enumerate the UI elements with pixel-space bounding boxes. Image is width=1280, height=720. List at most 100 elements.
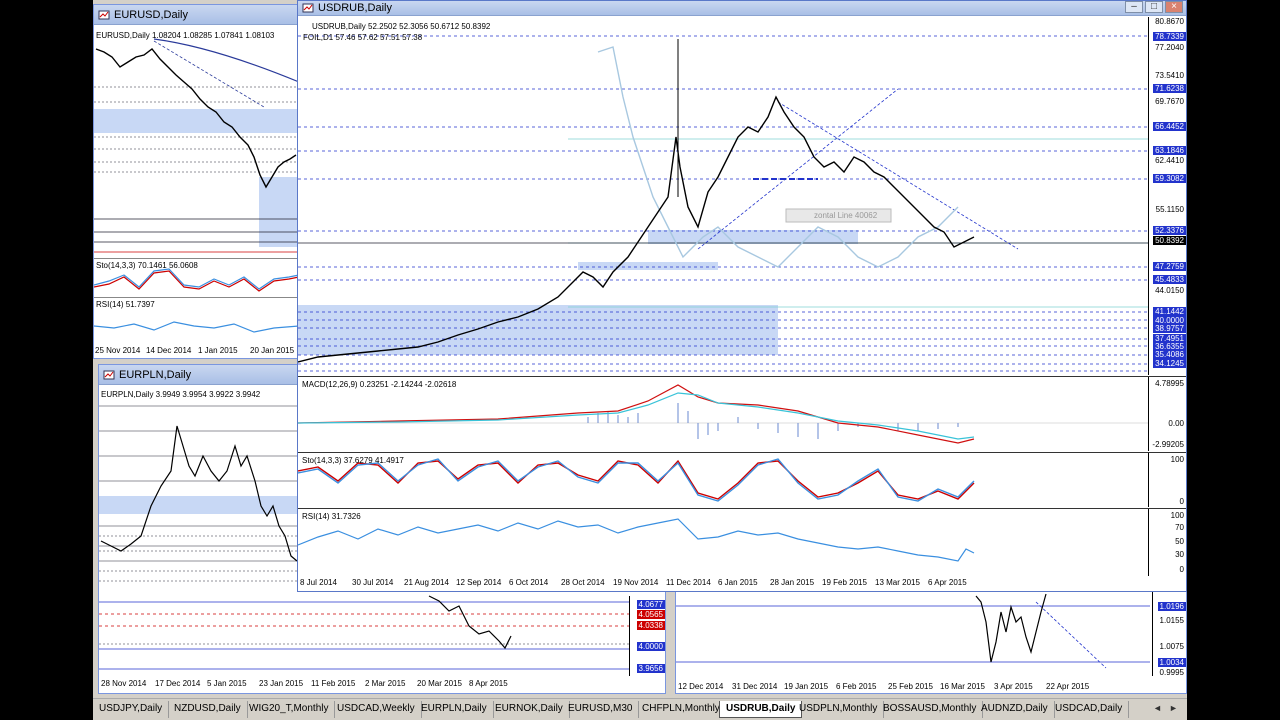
eurusd-header: EURUSD,Daily 1.08204 1.08285 1.07841 1.0… [96, 31, 275, 40]
usdrub-date-6: 19 Nov 2014 [613, 578, 659, 587]
price-tag: 59.3082 [1153, 174, 1186, 183]
zone-rect [94, 109, 299, 133]
price-tag: 41.1442 [1153, 307, 1186, 316]
rsi-tick: 100 [1170, 511, 1184, 520]
tab-eurpln-daily[interactable]: EURPLN,Daily [415, 701, 494, 718]
zone-rect [298, 305, 778, 355]
tab-eurusd-m30[interactable]: EURUSD,M30 [562, 701, 640, 718]
tab-nzdusd-daily[interactable]: NZDUSD,Daily [168, 701, 248, 718]
usdrub-rsi-panel: RSI(14) 31.7326 100 70 50 30 0 [298, 508, 1186, 576]
price-tick: 69.7670 [1155, 97, 1184, 106]
parity-date-2: 19 Jan 2015 [784, 682, 829, 691]
eurusd-sto-panel: Sto(14,3,3) 70.1461 56.0608 [94, 258, 299, 296]
eurpln-date-6: 20 Mar 2015 [417, 679, 462, 688]
chart-tooltip: zontal Line 40062 [814, 211, 878, 220]
zone-rect [259, 177, 299, 247]
usdrub-date-7: 11 Dec 2014 [666, 578, 711, 587]
parity-date-3: 6 Feb 2015 [836, 682, 877, 691]
app-minimize-button[interactable]: – [1125, 1, 1143, 13]
macd-scale: 4.78995 0.00 -2.99205 [1148, 377, 1186, 451]
tab-usdrub-daily[interactable]: USDRUB,Daily [719, 701, 803, 718]
usdrub-date-10: 19 Feb 2015 [822, 578, 867, 587]
usdrub-date-2: 21 Aug 2014 [404, 578, 449, 587]
usdrub-titlebar[interactable]: USDRUB,Daily – □ × [298, 1, 1186, 16]
tab-scroll-right-icon[interactable]: ► [1169, 703, 1178, 713]
eurpln-date-1: 17 Dec 2014 [155, 679, 201, 688]
zone-rect [578, 262, 718, 270]
tab-usdjpy-daily[interactable]: USDJPY,Daily [93, 701, 170, 718]
usdrub-date-9: 28 Jan 2015 [770, 578, 815, 587]
tab-audnzd-daily[interactable]: AUDNZD,Daily [975, 701, 1055, 718]
usdrub-chart-window[interactable]: USDRUB,Daily – □ × [297, 0, 1187, 592]
zone-rect [99, 496, 299, 514]
price-tag: 4.0000 [636, 642, 665, 651]
usdrub-date-12: 6 Apr 2015 [928, 578, 967, 587]
sto-tick: 100 [1170, 455, 1184, 464]
price-tag: 63.1846 [1153, 146, 1186, 155]
price-tick: 80.8670 [1155, 17, 1184, 26]
usdrub-date-3: 12 Sep 2014 [456, 578, 502, 587]
usdrub-price-panel[interactable]: USDRUB,Daily 52.2502 52.3056 50.6712 50.… [298, 17, 1186, 375]
usdrub-sto-canvas [298, 458, 975, 502]
price-tag: 78.7339 [1153, 32, 1186, 41]
usdrub-foil: FOIL,D1 57.46 57.62 57.51 57.38 [303, 33, 423, 42]
eurusd-date-3: 20 Jan 2015 [250, 346, 295, 355]
parity-date-4: 25 Feb 2015 [888, 682, 933, 691]
price-tag: 4.0677 [636, 600, 665, 609]
app-close-button[interactable]: × [1165, 1, 1183, 13]
price-tick: 44.0150 [1155, 286, 1184, 295]
chart-tab-bar: USDJPY,Daily NZDUSD,Daily WIG20_T,Monthl… [93, 698, 1187, 720]
eurpln-date-4: 11 Feb 2015 [311, 679, 356, 688]
parity-price-canvas [676, 593, 1150, 669]
parity-price-scale: 1.0196 1.0155 1.0075 1.0034 0.9995 [1152, 592, 1186, 676]
tab-wig20-monthly[interactable]: WIG20_T,Monthly [243, 701, 336, 718]
tab-usdcad-weekly[interactable]: USDCAD,Weekly [331, 701, 422, 718]
eurusd-date-2: 1 Jan 2015 [198, 346, 238, 355]
parity-chart-window[interactable]: 1.0196 1.0155 1.0075 1.0034 0.9995 12 De… [675, 592, 1187, 694]
tab-chfpln-monthly[interactable]: CHFPLN,Monthly [636, 701, 727, 718]
parity-date-6: 3 Apr 2015 [994, 682, 1033, 691]
rsi-label: RSI(14) 31.7326 [302, 512, 361, 521]
rsi-scale: 100 70 50 30 0 [1148, 509, 1186, 576]
usdrub-date-4: 6 Oct 2014 [509, 578, 549, 587]
eurusd-titlebar[interactable]: EURUSD,Daily [94, 5, 297, 25]
tab-eurnok-daily[interactable]: EURNOK,Daily [489, 701, 570, 718]
eurusd-price-panel[interactable]: EURUSD,Daily 1.08204 1.08285 1.07841 1.0… [94, 27, 299, 257]
price-tag: 4.0565 [636, 610, 665, 619]
eurusd-rsi-label: RSI(14) 51.7397 [96, 300, 155, 309]
usdrub-title: USDRUB,Daily [318, 2, 392, 14]
macd-tick: 4.78995 [1155, 379, 1184, 388]
rsi-tick: 70 [1175, 523, 1184, 532]
price-tag: 1.0034 [1157, 658, 1186, 667]
price-tick: 73.5410 [1155, 71, 1184, 80]
price-tick: 1.0155 [1159, 616, 1184, 625]
usdrub-date-8: 6 Jan 2015 [718, 578, 758, 587]
tab-bossausd-monthly[interactable]: BOSSAUSD,Monthly [877, 701, 984, 718]
usdrub-sto-panel: Sto(14,3,3) 37.6279 41.4917 100 0 [298, 452, 1186, 507]
eurusd-chart-window[interactable]: EURUSD,Daily EURUSD,Daily 1.08204 1.0828… [93, 4, 299, 359]
usdrub-date-5: 28 Oct 2014 [561, 578, 605, 587]
eurpln-date-7: 8 Apr 2015 [469, 679, 508, 688]
price-tick: 0.9995 [1159, 668, 1184, 676]
usdrub-price-canvas [298, 35, 1148, 372]
macd-tick: -2.99205 [1152, 440, 1184, 449]
parity-price-panel[interactable]: 1.0196 1.0155 1.0075 1.0034 0.9995 [676, 592, 1186, 676]
price-tag: 38.9757 [1153, 324, 1186, 333]
sto-label: Sto(14,3,3) 37.6279 41.4917 [302, 456, 404, 465]
chart-icon [302, 3, 314, 13]
app-window-controls: – □ × [1125, 1, 1183, 13]
eurpln-price-scale: 4.0677 4.0565 4.0338 4.0000 3.9656 [629, 596, 665, 676]
rsi-tick: 50 [1175, 537, 1184, 546]
eurpln-date-5: 2 Mar 2015 [365, 679, 406, 688]
price-tag: 52.3376 [1153, 226, 1186, 235]
price-tick: 62.4410 [1155, 156, 1184, 165]
price-tag: 1.0196 [1157, 602, 1186, 611]
tab-scroll-left-icon[interactable]: ◄ [1153, 703, 1162, 713]
usdrub-date-1: 30 Jul 2014 [352, 578, 394, 587]
zone-rect [648, 230, 858, 244]
tab-usdcad-daily[interactable]: USDCAD,Daily [1049, 701, 1130, 718]
usdrub-date-11: 13 Mar 2015 [875, 578, 920, 587]
tab-usdpln-monthly[interactable]: USDPLN,Monthly [793, 701, 885, 718]
usdrub-macd-panel: MACD(12,26,9) 0.23251 -2.14244 -2.02618 … [298, 376, 1186, 451]
app-restore-button[interactable]: □ [1145, 1, 1163, 13]
